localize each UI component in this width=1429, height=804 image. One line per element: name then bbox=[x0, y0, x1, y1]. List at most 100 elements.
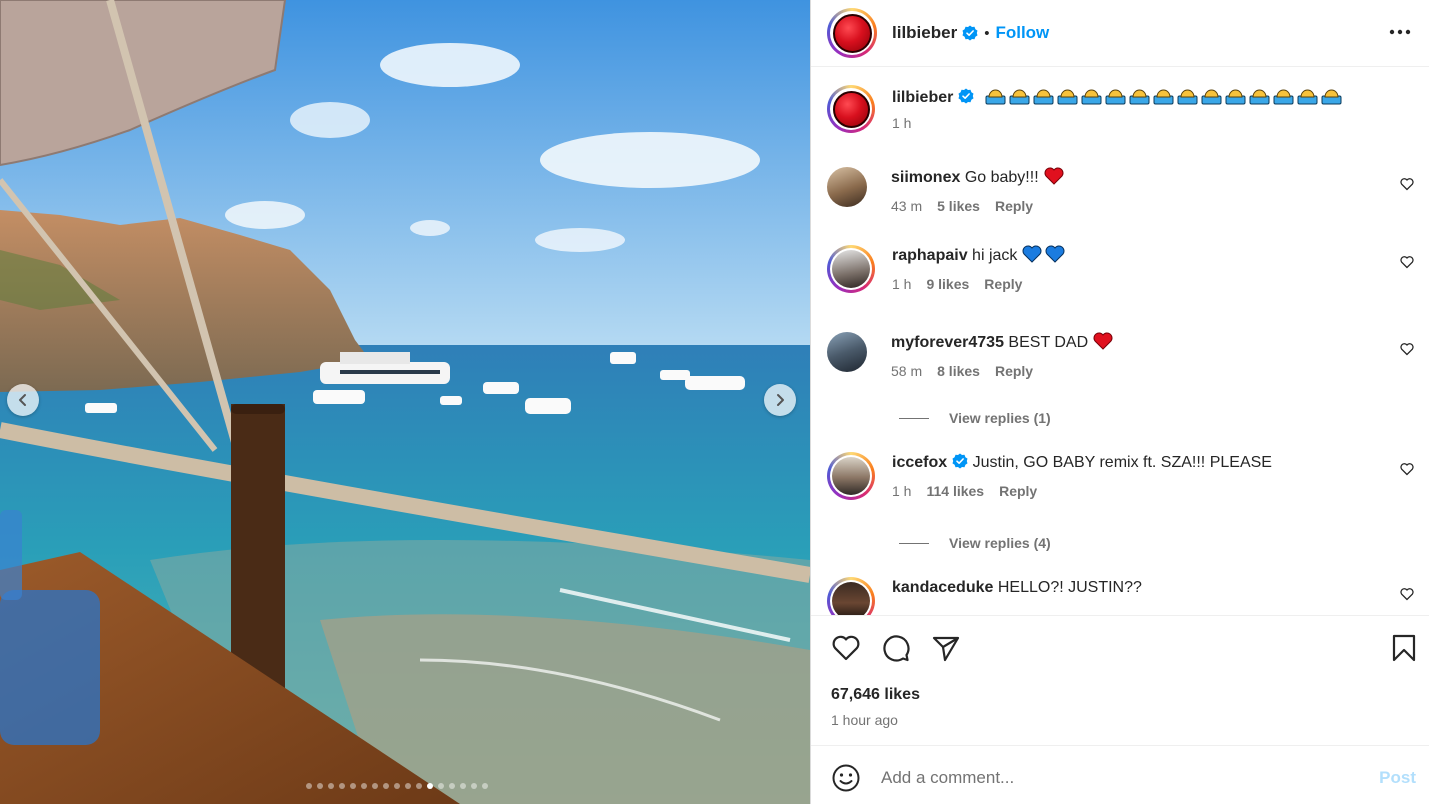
comment-likes[interactable]: 5 likes bbox=[937, 198, 980, 214]
view-replies-button[interactable]: View replies (4) bbox=[899, 535, 1051, 551]
like-comment-heart-icon[interactable] bbox=[1400, 342, 1414, 356]
commenter-avatar[interactable] bbox=[827, 452, 875, 500]
commenter-username[interactable]: myforever4735 bbox=[891, 334, 1004, 351]
carousel-dot bbox=[482, 783, 488, 789]
likes-count[interactable]: 67,646 likes bbox=[831, 686, 920, 704]
comment-bubble-icon[interactable] bbox=[881, 633, 911, 663]
carousel-dot bbox=[383, 783, 389, 789]
post-timestamp[interactable]: 1 hour ago bbox=[831, 712, 898, 728]
comment-likes[interactable]: 9 likes bbox=[926, 276, 969, 292]
caption-username[interactable]: lilbieber bbox=[892, 89, 953, 106]
comment-text: BEST DAD bbox=[1008, 334, 1089, 351]
instagram-post-dialog: lilbieber • Follow lilbieber 1 h siimone… bbox=[0, 0, 1429, 804]
comment-likes[interactable]: 114 likes bbox=[926, 483, 984, 499]
carousel-dot bbox=[427, 783, 433, 789]
post-header: lilbieber • Follow bbox=[811, 0, 1429, 67]
comment-time: 1 h bbox=[892, 483, 912, 499]
caption-emoji-row bbox=[985, 85, 1342, 105]
comments-list[interactable]: lilbieber 1 h siimonex Go baby!!! 43 m 5 … bbox=[811, 67, 1429, 615]
person-bald-emoji bbox=[1249, 89, 1270, 105]
commenter-username[interactable]: raphapaiv bbox=[892, 247, 968, 264]
commenter-photo bbox=[832, 582, 870, 615]
carousel-dot bbox=[405, 783, 411, 789]
caption-time: 1 h bbox=[892, 115, 912, 131]
like-comment-heart-icon[interactable] bbox=[1400, 587, 1414, 601]
author-avatar[interactable] bbox=[827, 8, 877, 58]
verified-badge-icon bbox=[958, 88, 974, 104]
carousel-dot bbox=[306, 783, 312, 789]
commenter-username[interactable]: iccefox bbox=[892, 454, 947, 471]
person-bald-emoji bbox=[1009, 89, 1030, 105]
commenter-avatar[interactable] bbox=[827, 577, 875, 615]
share-paper-plane-icon[interactable] bbox=[931, 633, 961, 663]
commenter-avatar[interactable] bbox=[827, 245, 875, 293]
caption-author-avatar[interactable] bbox=[827, 85, 875, 133]
commenter-avatar[interactable] bbox=[827, 167, 867, 207]
carousel-dot bbox=[394, 783, 400, 789]
comment-item: kandaceduke HELLO?! JUSTIN?? bbox=[827, 577, 1414, 615]
add-comment-bar: Post bbox=[811, 745, 1429, 804]
person-bald-emoji bbox=[1297, 89, 1318, 105]
comment-likes[interactable]: 8 likes bbox=[937, 363, 980, 379]
post-side-panel: lilbieber • Follow lilbieber 1 h siimone… bbox=[810, 0, 1429, 804]
emoji-smiley-icon[interactable] bbox=[831, 763, 861, 793]
like-comment-heart-icon[interactable] bbox=[1400, 255, 1414, 269]
view-replies-label: View replies (4) bbox=[949, 535, 1051, 551]
red-ball-avatar-image bbox=[832, 90, 870, 128]
follow-button[interactable]: Follow bbox=[995, 23, 1049, 43]
more-horizontal-icon bbox=[1389, 29, 1411, 35]
comment-text: HELLO?! JUSTIN?? bbox=[997, 579, 1142, 596]
like-heart-icon[interactable] bbox=[831, 633, 861, 663]
commenter-username[interactable]: siimonex bbox=[891, 169, 960, 186]
header-separator: • bbox=[984, 24, 990, 42]
like-comment-heart-icon[interactable] bbox=[1400, 462, 1414, 476]
post-caption: lilbieber 1 h bbox=[827, 85, 1342, 133]
comment-item: raphapaiv hi jack 1 h 9 likes Reply bbox=[827, 245, 1414, 293]
carousel-dot bbox=[361, 783, 367, 789]
blue-heart-emoji bbox=[1045, 245, 1065, 263]
person-bald-emoji bbox=[1201, 89, 1222, 105]
reply-button[interactable]: Reply bbox=[999, 483, 1037, 499]
add-comment-input[interactable] bbox=[881, 764, 1341, 792]
person-bald-emoji bbox=[985, 89, 1006, 105]
post-media[interactable] bbox=[0, 0, 810, 804]
comment-text: hi jack bbox=[972, 247, 1018, 264]
view-replies-button[interactable]: View replies (1) bbox=[899, 410, 1051, 426]
verified-badge-icon bbox=[952, 453, 968, 469]
comment-time: 43 m bbox=[891, 198, 923, 214]
reply-button[interactable]: Reply bbox=[984, 276, 1022, 292]
comment-item: iccefox Justin, GO BABY remix ft. SZA!!!… bbox=[827, 452, 1414, 500]
red-ball-avatar-image bbox=[832, 13, 872, 53]
more-options-button[interactable] bbox=[1386, 18, 1414, 46]
person-bald-emoji bbox=[1105, 89, 1126, 105]
like-comment-heart-icon[interactable] bbox=[1400, 177, 1414, 191]
blue-heart-emoji bbox=[1022, 245, 1042, 263]
comment-text: Justin, GO BABY remix ft. SZA!!! PLEASE bbox=[972, 454, 1272, 471]
author-username[interactable]: lilbieber bbox=[892, 23, 957, 43]
carousel-prev-button[interactable] bbox=[7, 384, 39, 416]
carousel-dot bbox=[317, 783, 323, 789]
commenter-photo bbox=[832, 250, 870, 288]
save-bookmark-icon[interactable] bbox=[1389, 633, 1419, 663]
commenter-avatar[interactable] bbox=[827, 332, 867, 372]
comment-text: Go baby!!! bbox=[964, 169, 1039, 186]
person-bald-emoji bbox=[1177, 89, 1198, 105]
chevron-right-icon bbox=[777, 394, 784, 406]
comment-time: 1 h bbox=[892, 276, 912, 292]
red-heart-emoji bbox=[1044, 167, 1064, 185]
reply-button[interactable]: Reply bbox=[995, 363, 1033, 379]
carousel-dot bbox=[449, 783, 455, 789]
person-bald-emoji bbox=[1081, 89, 1102, 105]
carousel-dot bbox=[328, 783, 334, 789]
person-bald-emoji bbox=[1129, 89, 1150, 105]
person-bald-emoji bbox=[1321, 89, 1342, 105]
reply-button[interactable]: Reply bbox=[995, 198, 1033, 214]
post-comment-button[interactable]: Post bbox=[1379, 768, 1416, 788]
carousel-next-button[interactable] bbox=[764, 384, 796, 416]
carousel-dot bbox=[339, 783, 345, 789]
commenter-username[interactable]: kandaceduke bbox=[892, 579, 993, 596]
replies-divider bbox=[899, 542, 929, 544]
post-actions: 67,646 likes 1 hour ago bbox=[811, 615, 1429, 745]
carousel-dot bbox=[471, 783, 477, 789]
person-bald-emoji bbox=[1273, 89, 1294, 105]
